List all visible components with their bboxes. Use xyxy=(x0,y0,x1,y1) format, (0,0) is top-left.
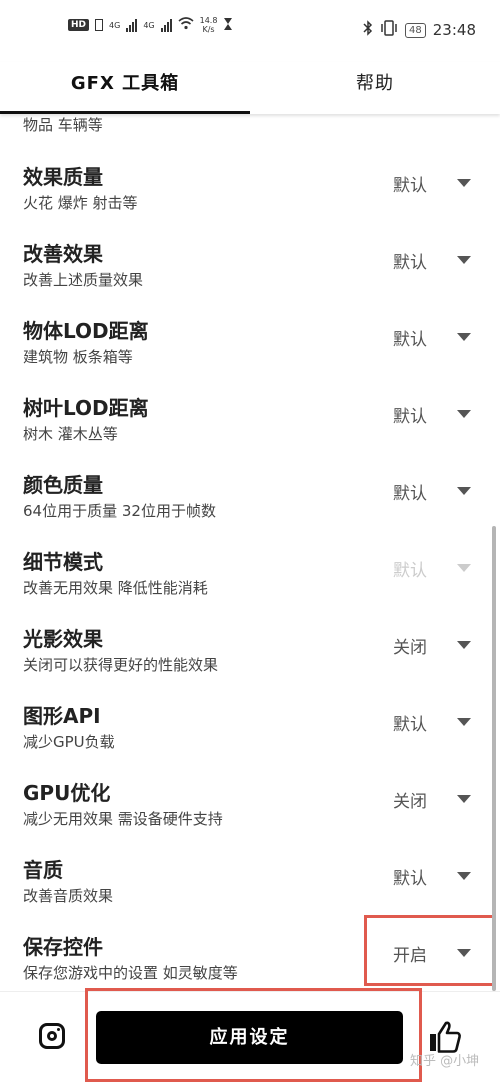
setting-subtitle: 64位用于质量 32位用于帧数 xyxy=(23,502,216,520)
setting-row-sound-quality[interactable]: 音质 改善音质效果 默认 xyxy=(0,842,500,919)
apply-settings-button[interactable]: 应用设定 xyxy=(96,1011,403,1064)
setting-row-light-shadow[interactable]: 光影效果 关闭可以获得更好的性能效果 关闭 xyxy=(0,611,500,688)
net-type-2: 4G xyxy=(143,20,155,30)
setting-value[interactable]: 关闭 xyxy=(393,633,427,658)
dropdown-arrow-icon[interactable] xyxy=(457,256,471,264)
net-type-1: 4G xyxy=(109,20,121,30)
tab-bar: GFX 工具箱 帮助 xyxy=(0,62,500,114)
setting-title: 物体LOD距离 xyxy=(23,319,149,343)
setting-row-detail-mode[interactable]: 细节模式 改善无用效果 降低性能消耗 默认 xyxy=(0,534,500,611)
dropdown-arrow-icon xyxy=(457,564,471,572)
setting-subtitle: 改善无用效果 降低性能消耗 xyxy=(23,579,208,597)
setting-value[interactable]: 默认 xyxy=(393,171,427,196)
setting-subtitle: 保存您游戏中的设置 如灵敏度等 xyxy=(23,964,238,982)
tab-gfx-toolbox[interactable]: GFX 工具箱 xyxy=(0,62,250,114)
setting-row-improve-effect[interactable]: 改善效果 改善上述质量效果 默认 xyxy=(0,226,500,303)
bottom-bar: 应用设定 知乎 @小坤 xyxy=(0,988,500,1084)
hourglass-icon xyxy=(223,17,233,34)
hd-badge: HD xyxy=(68,19,90,31)
dropdown-arrow-icon[interactable] xyxy=(457,872,471,880)
dropdown-arrow-icon[interactable] xyxy=(457,487,471,495)
vibrate-icon xyxy=(380,20,398,40)
dropdown-arrow-icon[interactable] xyxy=(457,949,471,957)
setting-title: 光影效果 xyxy=(23,627,103,651)
setting-subtitle: 树木 灌木丛等 xyxy=(23,425,118,443)
tab-help[interactable]: 帮助 xyxy=(250,62,500,114)
thumbs-up-icon[interactable] xyxy=(428,1020,462,1054)
setting-title: 保存控件 xyxy=(23,935,103,959)
bluetooth-icon xyxy=(363,20,373,40)
partial-subtitle: 物品 车辆等 xyxy=(23,116,103,134)
signal-icon-1 xyxy=(126,18,138,32)
dropdown-arrow-icon[interactable] xyxy=(457,410,471,418)
setting-subtitle: 关闭可以获得更好的性能效果 xyxy=(23,656,219,674)
setting-value: 默认 xyxy=(393,561,427,581)
dropdown-arrow-icon[interactable] xyxy=(457,718,471,726)
setting-subtitle: 火花 爆炸 射击等 xyxy=(23,194,138,212)
dropdown-arrow-icon[interactable] xyxy=(457,641,471,649)
setting-subtitle: 建筑物 板条箱等 xyxy=(23,348,133,366)
status-right: 48 23:48 xyxy=(363,20,476,40)
setting-subtitle: 改善音质效果 xyxy=(23,887,114,905)
dropdown-arrow-icon[interactable] xyxy=(457,333,471,341)
setting-value[interactable]: 默认 xyxy=(393,248,427,273)
setting-title: 音质 xyxy=(23,858,63,882)
wifi-icon xyxy=(178,16,194,34)
setting-title: 细节模式 xyxy=(23,550,103,574)
setting-title: 图形API xyxy=(23,704,101,728)
setting-row-gpu-optimize[interactable]: GPU优化 减少无用效果 需设备硬件支持 关闭 xyxy=(0,765,500,842)
dropdown-arrow-icon[interactable] xyxy=(457,795,471,803)
status-left: HD 4G 4G 14.8 K/s xyxy=(68,16,233,34)
setting-subtitle: 减少GPU负载 xyxy=(23,733,115,751)
setting-subtitle: 改善上述质量效果 xyxy=(23,271,144,289)
setting-value[interactable]: 默认 xyxy=(393,710,427,735)
setting-value[interactable]: 默认 xyxy=(393,325,427,350)
clock: 23:48 xyxy=(432,21,476,39)
setting-row-object-lod[interactable]: 物体LOD距离 建筑物 板条箱等 默认 xyxy=(0,303,500,380)
setting-row-foliage-lod[interactable]: 树叶LOD距离 树木 灌木丛等 默认 xyxy=(0,380,500,457)
battery-indicator: 48 xyxy=(405,22,426,38)
watermark: 知乎 @小坤 xyxy=(410,1054,480,1069)
setting-title: 颜色质量 xyxy=(23,473,103,497)
setting-title: GPU优化 xyxy=(23,781,111,805)
setting-title: 树叶LOD距离 xyxy=(23,396,149,420)
setting-value[interactable]: 默认 xyxy=(393,402,427,427)
dropdown-arrow-icon[interactable] xyxy=(457,179,471,187)
setting-value[interactable]: 默认 xyxy=(393,864,427,889)
signal-icon-2 xyxy=(160,18,172,32)
setting-row-save-controls[interactable]: 保存控件 保存您游戏中的设置 如灵敏度等 开启 xyxy=(0,919,500,991)
status-bar: HD 4G 4G 14.8 K/s 48 23:48 xyxy=(0,0,500,62)
net-speed: 14.8 K/s xyxy=(199,16,218,34)
setting-value[interactable]: 默认 xyxy=(393,479,427,504)
scrollbar[interactable] xyxy=(492,526,496,991)
setting-subtitle: 减少无用效果 需设备硬件支持 xyxy=(23,810,223,828)
setting-row-graphics-api[interactable]: 图形API 减少GPU负载 默认 xyxy=(0,688,500,765)
setting-value[interactable]: 关闭 xyxy=(393,787,427,812)
setting-title: 效果质量 xyxy=(23,165,103,189)
setting-row-effect-quality[interactable]: 效果质量 火花 爆炸 射击等 默认 xyxy=(0,149,500,226)
setting-title: 改善效果 xyxy=(23,242,103,266)
instagram-icon[interactable] xyxy=(39,1023,65,1049)
tab-indicator xyxy=(0,111,250,114)
settings-list[interactable]: 物品 车辆等 效果质量 火花 爆炸 射击等 默认 改善效果 改善上述质量效果 默… xyxy=(0,114,500,991)
setting-value[interactable]: 开启 xyxy=(393,941,427,966)
sim-icon xyxy=(95,19,104,31)
setting-row-color-quality[interactable]: 颜色质量 64位用于质量 32位用于帧数 默认 xyxy=(0,457,500,534)
